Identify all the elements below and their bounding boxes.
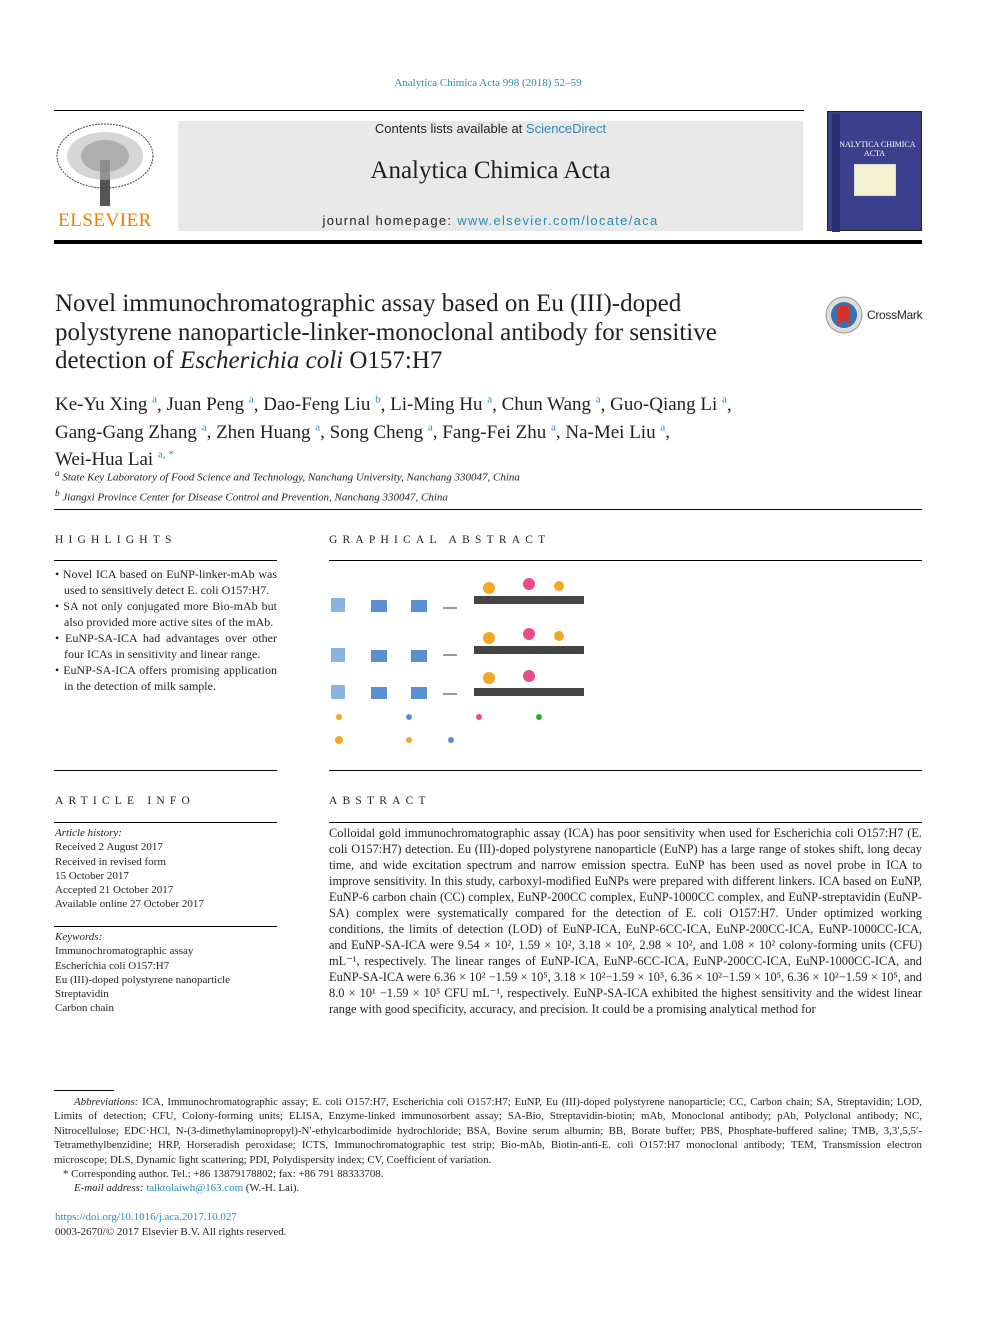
keywords: Keywords: Immunochromatographic assay Es… [55,931,231,1015]
contents-line: Contents lists available at ScienceDirec… [374,121,607,136]
abstract-text: Colloidal gold immunochromatographic ass… [329,826,922,1016]
highlights-list: Novel ICA based on EuNP-linker-mAb was u… [54,566,277,694]
author[interactable]: Song Cheng a [330,421,433,442]
scheme-row-2 [331,628,584,662]
email-line: E-mail address: talktolaiwh@163.com (W.-… [74,1182,300,1195]
affiliation-mark[interactable]: a [596,394,601,406]
scheme-row-3 [331,670,584,699]
affiliation-mark[interactable]: a [249,394,254,406]
affiliation-mark[interactable]: a [722,394,727,406]
affiliation-mark[interactable]: a [428,421,433,433]
elsevier-logo: ELSEVIER [54,120,156,232]
crossmark-button[interactable]: CrossMark [825,296,923,334]
tree-icon [56,123,154,206]
article-history: Article history: Received 2 August 2017 … [55,827,204,911]
affiliation-b: b Jiangxi Province Center for Disease Co… [55,487,448,504]
author[interactable]: Fang-Fei Zhu a [442,421,556,442]
author[interactable]: Gang-Gang Zhang a [55,421,207,442]
article-info-heading: ARTICLE INFO [55,795,195,807]
section-rule [54,509,922,510]
highlights-heading: HIGHLIGHTS [55,534,177,546]
affiliation-mark[interactable]: a [660,421,665,433]
homepage-line: journal homepage: www.elsevier.com/locat… [322,213,659,228]
article-title: Novel immunochromatographic assay based … [55,290,717,374]
keywords-rule [54,926,277,927]
keyword: Carbon chain [55,1002,114,1015]
publisher-name: ELSEVIER [58,210,152,231]
affiliations: a State Key Laboratory of Food Science a… [55,466,520,505]
header-rule [54,110,804,111]
crossmark-icon [825,296,863,334]
corresponding-author: * Corresponding author. Tel.: +86 138791… [63,1168,384,1181]
author[interactable]: Ke-Yu Xing a [55,394,157,415]
keyword: Streptavidin [55,988,109,1001]
cover-image [854,164,896,196]
affiliation-mark[interactable]: a [487,394,492,406]
highlight-item: EuNP-SA-ICA had advantages over other fo… [54,630,277,662]
keyword: Immunochromatographic assay [55,945,194,958]
footnotes: Abbreviations: ICA, Immunochromatographi… [54,1095,922,1196]
abstract-heading: ABSTRACT [329,795,431,807]
cover-title: ANALYTICA CHIMICA ACTA [833,140,916,158]
affiliation-mark[interactable]: a [551,421,556,433]
highlight-item: EuNP-SA-ICA offers promising application… [54,662,277,694]
journal-title: Analytica Chimica Acta [370,157,611,184]
graphical-abstract-rule [329,560,922,561]
scheme-legend [335,714,542,744]
affiliation-mark[interactable]: a [202,421,207,433]
scheme-row-1 [331,578,584,612]
author[interactable]: Zhen Huang a [216,421,320,442]
highlight-item: SA not only conjugated more Bio-mAb but … [54,598,277,630]
journal-reference-link[interactable]: Analytica Chimica Acta 998 (2018) 52–59 [0,77,976,89]
affiliation-mark[interactable]: a, * [158,449,174,461]
article-info-rule [54,822,277,823]
highlights-rule [54,560,277,561]
author[interactable]: Juan Peng a [167,394,254,415]
header-thick-rule [54,240,922,244]
affiliation-mark[interactable]: a [152,394,157,406]
author-list: Ke-Yu Xing a, Juan Peng a, Dao-Feng Liu … [55,394,732,470]
affiliation-mark[interactable]: a [315,421,320,433]
keyword: Escherichia coli O157:H7 [55,959,170,972]
doi-link[interactable]: https://doi.org/10.1016/j.aca.2017.10.02… [55,1211,237,1223]
author[interactable]: Guo-Qiang Li a [610,394,727,415]
footnote-rule [54,1090,114,1091]
copyright: 0003-2670/© 2017 Elsevier B.V. All right… [55,1226,287,1238]
affiliation-a: a State Key Laboratory of Food Science a… [55,468,520,484]
highlights-bottom-rule [54,770,277,771]
journal-cover: ANALYTICA CHIMICA ACTA [827,111,922,232]
sciencedirect-link[interactable]: ScienceDirect [526,121,606,136]
author[interactable]: Chun Wang a [502,394,601,415]
author[interactable]: Na-Mei Liu a [565,421,665,442]
abbreviations: Abbreviations: ICA, Immunochromatographi… [54,1096,922,1166]
author[interactable]: Li-Ming Hu a [390,394,492,415]
cover-spine [832,114,840,232]
keyword: Eu (III)-doped polystyrene nanoparticle [55,973,231,986]
highlight-item: Novel ICA based on EuNP-linker-mAb was u… [54,566,277,598]
affiliation-mark[interactable]: b [375,394,381,406]
graphical-abstract-figure [331,578,584,744]
author[interactable]: Dao-Feng Liu b [263,394,380,415]
homepage-link[interactable]: www.elsevier.com/locate/aca [457,213,658,228]
journal-banner: Contents lists available at ScienceDirec… [178,121,803,231]
email-link[interactable]: talktolaiwh@163.com [146,1182,243,1194]
graphical-abstract-heading: GRAPHICAL ABSTRACT [329,534,551,546]
graphical-abstract-bottom-rule [329,770,922,771]
abstract-rule [329,822,922,823]
